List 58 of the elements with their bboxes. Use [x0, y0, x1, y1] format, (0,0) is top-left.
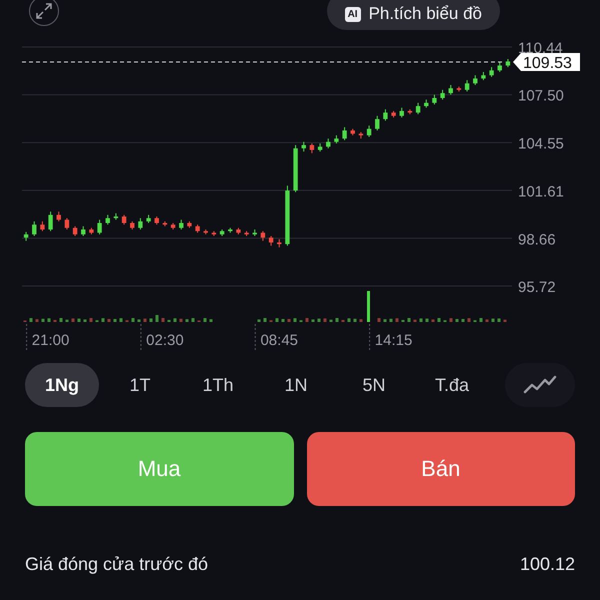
candle-wick: [442, 89, 444, 100]
price-axis-label: 98.66: [518, 231, 556, 248]
price-axis-label: 95.72: [518, 279, 556, 296]
candle-wick: [303, 141, 304, 152]
candle-wick: [401, 107, 402, 118]
candle-wick: [99, 219, 100, 235]
candle-body: [285, 190, 290, 244]
chart-type-button[interactable]: [505, 363, 575, 407]
candle-wick: [82, 226, 84, 236]
price-axis-label: 104.55: [518, 136, 564, 153]
price-tag: 109.53: [513, 53, 580, 72]
candle-wick: [50, 211, 52, 232]
candle-wick: [328, 138, 329, 149]
candle-wick: [58, 211, 60, 222]
range-tab[interactable]: 1Ng: [25, 363, 99, 407]
candle-wick: [74, 226, 76, 236]
candle-wick: [66, 218, 68, 230]
sell-button[interactable]: Bán: [306, 432, 575, 506]
candle-wick: [450, 84, 452, 96]
candle-wick: [466, 80, 468, 92]
candle-wick: [418, 102, 419, 115]
expand-icon: [35, 2, 53, 20]
range-tab[interactable]: 5N: [337, 363, 411, 407]
price-axis-label: 107.50: [518, 88, 564, 105]
candle-wick: [376, 115, 378, 131]
time-axis-label: 02:30: [146, 332, 184, 349]
candle-wick: [180, 219, 182, 230]
time-axis-label: 21:00: [32, 332, 70, 349]
candle-wick: [311, 142, 312, 154]
candle-wick: [434, 94, 435, 105]
range-tab[interactable]: T.đa: [415, 363, 489, 407]
candle-wick: [384, 108, 386, 122]
ai-badge: AI: [344, 6, 361, 22]
candle-wick: [262, 230, 264, 242]
candle-wick: [270, 236, 272, 246]
range-tab[interactable]: 1Th: [181, 363, 255, 407]
time-axis-label: 14:15: [374, 332, 412, 349]
price-axis-label: 101.61: [518, 183, 564, 200]
range-tab[interactable]: 1N: [259, 363, 333, 407]
candle-wick: [499, 62, 500, 72]
candle-wick: [107, 214, 108, 226]
candle-body: [293, 148, 298, 191]
candle-wick: [140, 218, 141, 230]
chart-analysis-button[interactable]: AI Ph.tích biểu đồ: [326, 0, 500, 30]
candle-wick: [34, 220, 35, 236]
expand-button[interactable]: [29, 0, 59, 26]
candle-wick: [344, 126, 346, 141]
candle-wick: [368, 125, 370, 138]
range-tab[interactable]: 1T: [103, 363, 177, 407]
previous-close-value: 100.12: [520, 554, 575, 575]
line-chart-icon: [523, 375, 557, 395]
candle-body: [48, 214, 53, 230]
candle-wick: [474, 74, 476, 86]
previous-close-label: Giá đóng cửa trước đó: [25, 554, 208, 575]
candle-wick: [42, 220, 43, 232]
candle-wick: [124, 214, 125, 226]
candle-wick: [491, 66, 492, 78]
time-axis-label: 08:45: [260, 332, 298, 349]
